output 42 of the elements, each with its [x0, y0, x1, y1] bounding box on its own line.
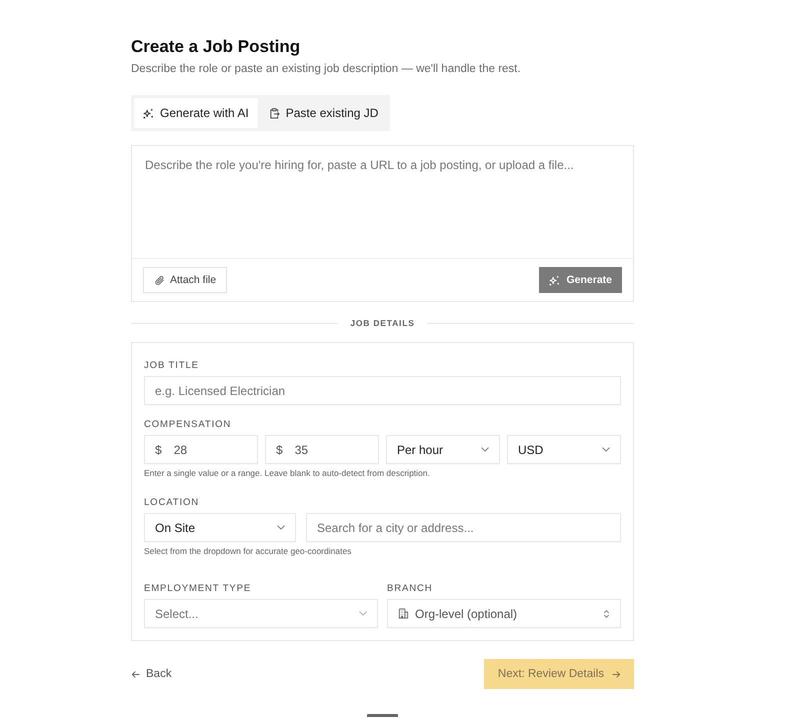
- branch-value: Org-level (optional): [415, 606, 518, 620]
- amount-field[interactable]: $ 28: [144, 435, 258, 464]
- chevron-down-icon: [359, 611, 367, 616]
- field-label: EMPLOYMENT TYPE: [144, 583, 252, 595]
- up-down-chevron-icon: [603, 608, 610, 618]
- job-title-field[interactable]: e.g. Licensed Electrician: [144, 376, 621, 405]
- chevron-down-icon: [481, 447, 489, 452]
- sparkle-icon: [143, 108, 154, 118]
- mode-tab[interactable]: Generate with AI: [134, 98, 258, 128]
- page-subtitle: Describe the role or paste an existing job description — we'll handle the rest.: [131, 62, 522, 76]
- address-search-field[interactable]: Search for a city or address...: [306, 513, 621, 542]
- amount-value: 35: [294, 442, 308, 456]
- amount-field[interactable]: $ 35: [265, 435, 379, 464]
- employment-type-select[interactable]: Select...: [144, 599, 378, 628]
- arrow-left-icon: [131, 670, 140, 678]
- page-title: Create a Job Posting: [131, 37, 302, 57]
- building-icon: [398, 608, 409, 619]
- currency-symbol: $: [276, 442, 283, 456]
- chevron-down-icon: [602, 447, 610, 452]
- bottom-bar: [367, 714, 398, 717]
- mode-tab[interactable]: Paste existing JD: [260, 98, 388, 128]
- attach-file-button[interactable]: Attach file: [143, 267, 228, 293]
- help-text: Select from the dropdown for accurate geo-coordinates: [144, 546, 352, 557]
- section-heading: JOB DETAILS: [350, 318, 415, 328]
- paperclip-icon: [154, 274, 165, 286]
- chevron-down-icon: [277, 525, 285, 530]
- location-type-select[interactable]: On Site: [144, 513, 296, 542]
- branch-select[interactable]: Org-level (optional): [387, 599, 621, 628]
- field-label: LOCATION: [144, 497, 200, 509]
- field-label: COMPENSATION: [144, 419, 232, 431]
- field-label: JOB TITLE: [144, 360, 200, 372]
- select-field[interactable]: Per hour: [386, 435, 500, 464]
- currency-symbol: $: [155, 442, 162, 456]
- clipboard-icon: [268, 108, 280, 118]
- back-button[interactable]: Back: [131, 668, 172, 680]
- sparkle-icon: [549, 274, 560, 286]
- amount-value: 28: [174, 442, 188, 456]
- description-field[interactable]: Describe the role you're hiring for, paste a URL to a job posting, or upload a file...: [132, 146, 633, 259]
- field-label: BRANCH: [387, 583, 434, 595]
- help-text: Enter a single value or a range. Leave blank to auto-detect from description.: [144, 468, 431, 479]
- select-field[interactable]: USD: [507, 435, 621, 464]
- arrow-right-icon: [612, 670, 621, 678]
